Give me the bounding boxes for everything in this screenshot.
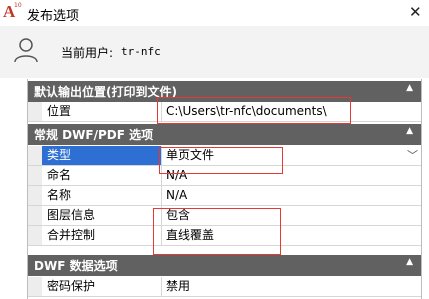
row-name[interactable]: 名称 N/A xyxy=(28,186,421,206)
title-bar: A 10 发布选项 ✕ xyxy=(0,0,429,26)
row-label: 类型 xyxy=(42,146,162,165)
highlight-box-layer-merge xyxy=(153,208,281,255)
row-label: 位置 xyxy=(42,102,162,121)
row-label: 名称 xyxy=(42,186,162,205)
name-value[interactable]: N/A xyxy=(163,186,421,205)
window-title: 发布选项 xyxy=(27,9,80,24)
autocad-icon: A 10 xyxy=(3,2,22,21)
group-general-dwf-pdf-options[interactable]: 常规 DWF/PDF 选项 ▲ xyxy=(28,124,421,145)
group-title: 默认输出位置(打印到文件) xyxy=(34,85,177,99)
collapse-arrow-icon[interactable]: ▲ xyxy=(406,83,413,93)
group-title: DWF 数据选项 xyxy=(34,259,118,273)
group-title: 常规 DWF/PDF 选项 xyxy=(34,128,154,142)
collapse-arrow-icon[interactable]: ▲ xyxy=(406,257,413,267)
row-label: 命名 xyxy=(42,166,162,185)
current-user-label: 当前用户: xyxy=(61,46,114,60)
row-label: 合并控制 xyxy=(42,226,162,245)
current-user-area: 当前用户: tr-nfc xyxy=(0,26,429,78)
row-label: 密码保护 xyxy=(42,277,162,296)
highlight-box-location xyxy=(157,97,351,124)
close-icon[interactable]: ✕ xyxy=(409,3,422,21)
row-password-protection[interactable]: 密码保护 禁用 xyxy=(28,277,421,297)
collapse-arrow-icon[interactable]: ▲ xyxy=(406,126,413,136)
row-label: 图层信息 xyxy=(42,206,162,225)
group-dwf-data-options[interactable]: DWF 数据选项 ▲ xyxy=(28,255,421,276)
chevron-down-icon[interactable]: ﹀ xyxy=(407,146,418,165)
password-value[interactable]: 禁用 xyxy=(163,277,421,296)
highlight-box-type xyxy=(159,147,283,174)
current-user-name: tr-nfc xyxy=(121,45,161,58)
user-icon xyxy=(14,38,38,63)
